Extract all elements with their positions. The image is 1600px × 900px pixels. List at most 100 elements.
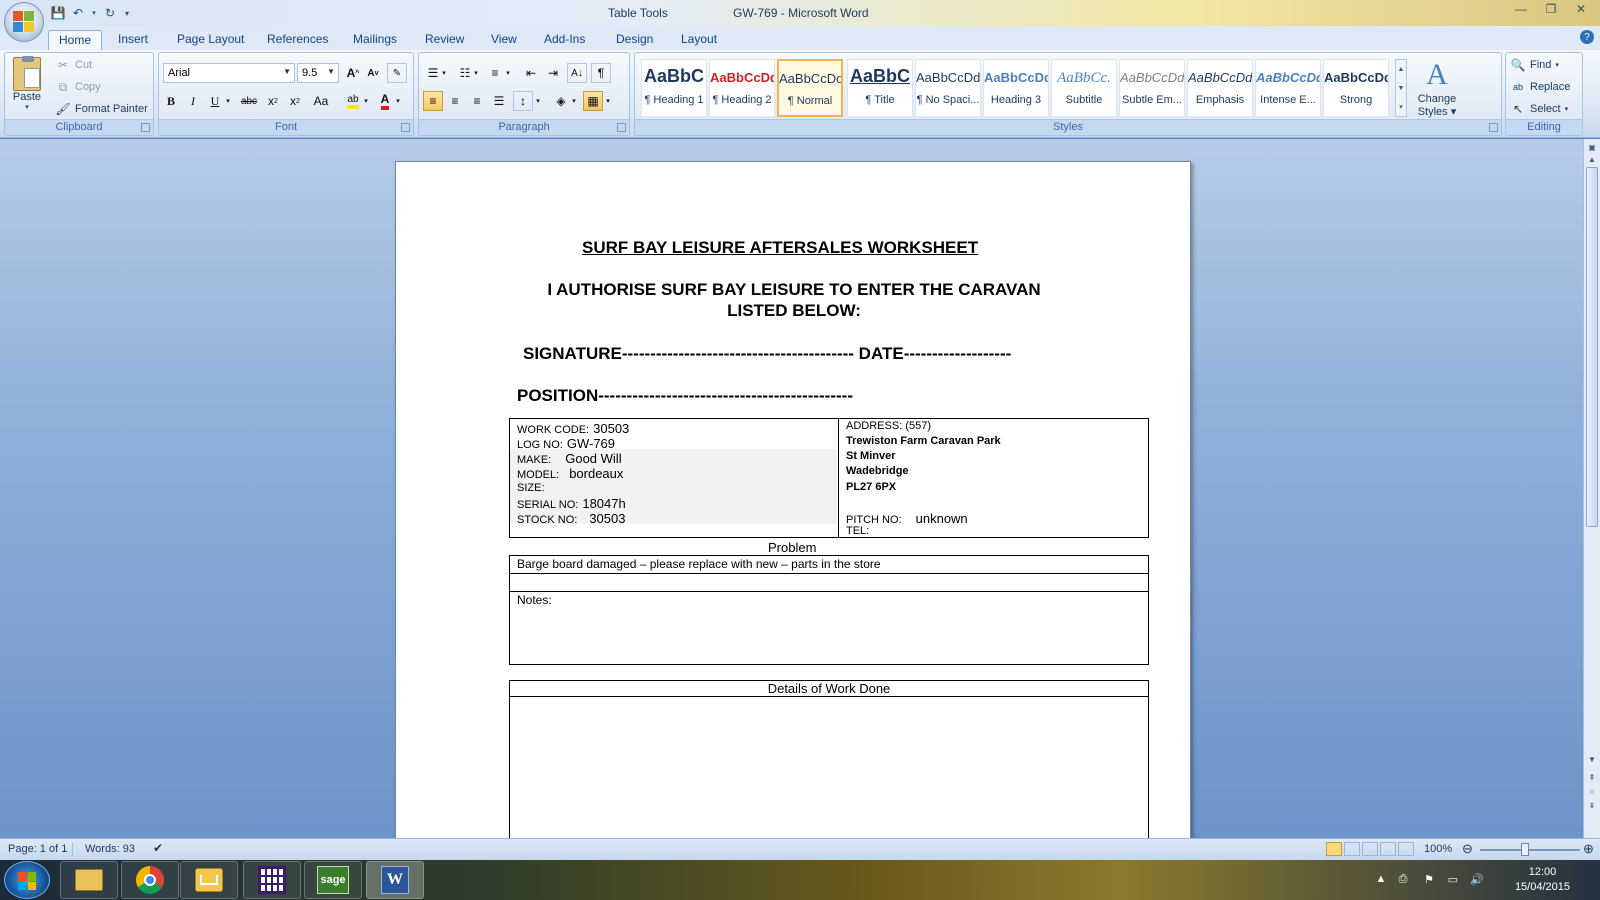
bold-icon[interactable]: B — [161, 91, 181, 111]
paste-button[interactable]: Paste ▾ — [9, 56, 45, 111]
shading-dropdown-icon[interactable]: ▾ — [569, 91, 579, 111]
vertical-scrollbar[interactable]: ▣ ▲ ▼ ⇞ ○ ⇟ — [1583, 139, 1600, 838]
style-no-spacing[interactable]: AaBbCcDd ¶ No Spaci... — [915, 59, 981, 117]
clipboard-launcher-icon[interactable] — [141, 123, 150, 132]
network-icon[interactable]: ▭ — [1446, 873, 1460, 887]
calendar-app-taskbar-button[interactable] — [243, 861, 301, 899]
style-intense-emphasis[interactable]: AaBbCcDd Intense E... — [1255, 59, 1321, 117]
font-launcher-icon[interactable] — [401, 123, 410, 132]
tab-home[interactable]: Home — [48, 30, 103, 50]
select-browse-object-icon[interactable]: ○ — [1586, 787, 1598, 799]
outlook-taskbar-button[interactable] — [180, 861, 238, 899]
office-button[interactable] — [4, 2, 44, 42]
action-center-flag-icon[interactable]: ⚑ — [1422, 873, 1436, 887]
change-styles-button[interactable]: A Change Styles ▾ — [1413, 57, 1461, 118]
font-family-select[interactable]: Arial ▼ — [163, 63, 295, 83]
style-subtitle[interactable]: AaBbCc. Subtitle — [1051, 59, 1117, 117]
full-screen-reading-icon[interactable] — [1344, 842, 1360, 856]
zoom-slider-knob[interactable] — [1521, 843, 1529, 856]
select-button[interactable]: ↖ Select ▾ — [1510, 101, 1568, 117]
show-hidden-icons-icon[interactable]: ▲ — [1374, 873, 1388, 887]
scroll-up-icon[interactable]: ▲ — [1586, 155, 1598, 167]
format-painter-button[interactable]: 🖌 Format Painter — [55, 101, 147, 117]
style-normal[interactable]: AaBbCcDd ¶ Normal — [777, 59, 843, 117]
tab-mailings[interactable]: Mailings — [343, 30, 407, 50]
tab-review[interactable]: Review — [415, 30, 474, 50]
next-page-icon[interactable]: ⇟ — [1586, 801, 1598, 813]
replace-button[interactable]: ab Replace — [1510, 79, 1570, 95]
web-layout-icon[interactable] — [1362, 842, 1378, 856]
tab-add-ins[interactable]: Add-Ins — [534, 30, 595, 50]
multilevel-list-icon[interactable]: ≡ — [485, 63, 505, 83]
tab-references[interactable]: References — [257, 30, 338, 50]
redo-icon[interactable]: ↻ — [102, 5, 118, 21]
highlight-icon[interactable]: ab — [343, 91, 363, 111]
underline-dropdown-icon[interactable]: ▾ — [223, 91, 233, 111]
numbering-dropdown-icon[interactable]: ▾ — [471, 63, 481, 83]
align-right-icon[interactable]: ≡ — [467, 91, 487, 111]
style-title[interactable]: AaBbC ¶ Title — [847, 59, 913, 117]
shading-icon[interactable]: ◈ — [551, 91, 571, 111]
change-case-icon[interactable]: Aa — [309, 91, 333, 111]
highlight-dropdown-icon[interactable]: ▾ — [361, 91, 371, 111]
word-count[interactable]: Words: 93 — [85, 843, 135, 855]
customize-quick-access-icon[interactable]: ▾ — [122, 5, 132, 21]
undo-icon[interactable]: ↶ — [70, 5, 86, 21]
align-left-icon[interactable]: ≡ — [423, 91, 443, 111]
decrease-indent-icon[interactable]: ⇤ — [521, 63, 541, 83]
tab-page-layout[interactable]: Page Layout — [167, 30, 254, 50]
word-taskbar-button[interactable]: W — [366, 861, 424, 899]
clock[interactable]: 12:00 15/04/2015 — [1515, 865, 1570, 895]
zoom-out-icon[interactable]: ⊖ — [1462, 841, 1473, 857]
tab-view[interactable]: View — [481, 30, 527, 50]
line-spacing-dropdown-icon[interactable]: ▾ — [533, 91, 543, 111]
grow-font-icon[interactable]: A ^ — [343, 63, 363, 83]
clear-formatting-icon[interactable]: ✎ — [387, 63, 407, 83]
font-color-dropdown-icon[interactable]: ▾ — [393, 91, 403, 111]
italic-icon[interactable]: I — [183, 91, 203, 111]
styles-launcher-icon[interactable] — [1489, 123, 1498, 132]
restore-icon[interactable]: ❐ — [1538, 0, 1564, 18]
previous-page-icon[interactable]: ⇞ — [1586, 773, 1598, 785]
find-button[interactable]: 🔍 Find ▾ — [1510, 57, 1559, 73]
zoom-level[interactable]: 100% — [1424, 843, 1452, 855]
printer-icon[interactable]: ⎙ — [1396, 873, 1410, 887]
font-size-select[interactable]: 9.5 ▼ — [297, 63, 339, 83]
style-subtle-emphasis[interactable]: AaBbCcDd Subtle Em... — [1119, 59, 1185, 117]
borders-icon[interactable]: ▦ — [583, 91, 603, 111]
underline-icon[interactable]: U — [205, 91, 225, 111]
explorer-taskbar-button[interactable] — [60, 861, 118, 899]
paragraph-launcher-icon[interactable] — [617, 123, 626, 132]
tab-layout[interactable]: Layout — [671, 30, 727, 50]
zoom-slider[interactable] — [1480, 849, 1580, 851]
outline-icon[interactable] — [1380, 842, 1396, 856]
proofing-icon[interactable]: ✔ — [153, 841, 163, 855]
undo-dropdown-icon[interactable]: ▾ — [90, 5, 98, 21]
bullets-dropdown-icon[interactable]: ▾ — [439, 63, 449, 83]
page-count[interactable]: Page: 1 of 1 — [8, 843, 67, 855]
tab-design[interactable]: Design — [606, 30, 663, 50]
justify-icon[interactable]: ☰ — [489, 91, 509, 111]
increase-indent-icon[interactable]: ⇥ — [543, 63, 563, 83]
minimize-icon[interactable]: — — [1508, 0, 1534, 18]
superscript-icon[interactable]: x2 — [285, 91, 305, 111]
line-spacing-icon[interactable]: ↕ — [513, 91, 533, 111]
style-heading-3[interactable]: AaBbCcDd Heading 3 — [983, 59, 1049, 117]
cut-button[interactable]: ✂ Cut — [55, 57, 92, 73]
volume-icon[interactable]: 🔊 — [1470, 873, 1484, 887]
style-heading-2[interactable]: AaBbCcDd ¶ Heading 2 — [709, 59, 775, 117]
multilevel-dropdown-icon[interactable]: ▾ — [503, 63, 513, 83]
show-hide-marks-icon[interactable]: ¶ — [591, 63, 611, 83]
subscript-icon[interactable]: x2 — [263, 91, 283, 111]
close-icon[interactable]: ✕ — [1568, 0, 1594, 18]
scroll-down-icon[interactable]: ▼ — [1586, 755, 1598, 767]
style-strong[interactable]: AaBbCcDd Strong — [1323, 59, 1389, 117]
strikethrough-icon[interactable]: abc — [239, 91, 259, 111]
save-icon[interactable]: 💾 — [50, 5, 66, 21]
styles-gallery-scroll[interactable]: ▲ ▼ ▾ — [1395, 59, 1407, 117]
help-icon[interactable]: ? — [1580, 30, 1594, 44]
borders-dropdown-icon[interactable]: ▾ — [603, 91, 613, 111]
document-page[interactable]: SURF BAY LEISURE AFTERSALES WORKSHEET I … — [395, 161, 1191, 838]
sage-taskbar-button[interactable]: sage — [304, 861, 362, 899]
sort-icon[interactable]: A↓ — [567, 63, 587, 83]
